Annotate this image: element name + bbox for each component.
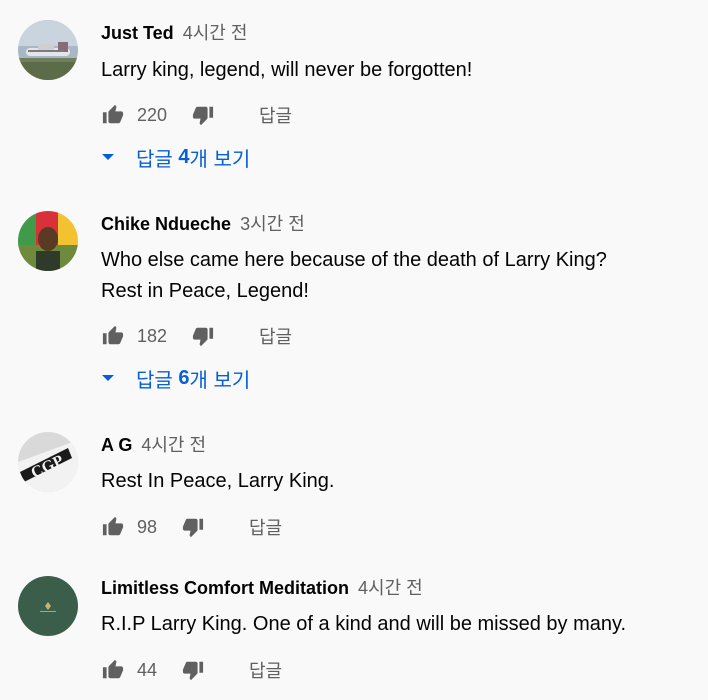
- reply-button[interactable]: 답글: [249, 657, 282, 683]
- comment-text-line: Rest in Peace, Legend!: [101, 280, 309, 302]
- author-name[interactable]: Just Ted: [101, 23, 174, 43]
- thumb-down-icon[interactable]: [191, 103, 215, 127]
- thumb-up-icon[interactable]: [101, 658, 125, 682]
- thumb-down-icon[interactable]: [181, 658, 205, 682]
- comment-time[interactable]: 4시간 전: [183, 23, 248, 43]
- avatar[interactable]: CGP: [18, 432, 78, 492]
- view-replies-prefix: 답글: [136, 369, 179, 392]
- like-count: 44: [137, 659, 158, 680]
- view-replies-button[interactable]: 답글 6개 보기: [101, 364, 250, 392]
- comment-header: Limitless Comfort Meditation 4시간 전: [101, 576, 423, 600]
- comment-header: Just Ted 4시간 전: [101, 21, 247, 45]
- thumb-up-icon[interactable]: [101, 515, 125, 539]
- view-replies-prefix: 답글: [136, 148, 179, 171]
- avatar[interactable]: [18, 211, 78, 271]
- comments-section: Just Ted 4시간 전 Larry king, legend, will …: [0, 0, 708, 700]
- comment-text: Who else came here because of the death …: [101, 245, 691, 307]
- comment-time[interactable]: 4시간 전: [358, 578, 423, 598]
- view-replies-suffix: 개 보기: [189, 369, 251, 392]
- comment-actions: 182 답글: [101, 322, 292, 350]
- reply-button[interactable]: 답글: [259, 323, 292, 349]
- avatar[interactable]: [18, 20, 78, 80]
- view-replies-suffix: 개 보기: [189, 148, 251, 171]
- comment-time[interactable]: 3시간 전: [240, 214, 305, 234]
- caret-down-icon: [102, 375, 114, 381]
- comment-header: A G 4시간 전: [101, 433, 206, 457]
- avatar-image: [18, 211, 78, 271]
- comment-text: Rest In Peace, Larry King.: [101, 470, 335, 492]
- author-name[interactable]: A G: [101, 435, 132, 455]
- thumb-down-icon[interactable]: [181, 515, 205, 539]
- author-name[interactable]: Limitless Comfort Meditation: [101, 578, 349, 598]
- comment-actions: 44 답글: [101, 656, 282, 684]
- comment-actions: 220 답글: [101, 101, 292, 129]
- avatar-image: [18, 576, 78, 636]
- thumb-up-icon[interactable]: [101, 324, 125, 348]
- avatar-image: [18, 20, 78, 80]
- thumb-up-icon[interactable]: [101, 103, 125, 127]
- like-count: 220: [137, 104, 168, 125]
- like-count: 98: [137, 516, 158, 537]
- comment-actions: 98 답글: [101, 513, 282, 541]
- author-name[interactable]: Chike Ndueche: [101, 214, 231, 234]
- avatar-image: CGP: [18, 432, 78, 492]
- reply-button[interactable]: 답글: [259, 102, 292, 128]
- view-replies-count: 6: [178, 366, 190, 389]
- like-count: 182: [137, 325, 168, 346]
- comment-time[interactable]: 4시간 전: [141, 435, 206, 455]
- view-replies-button[interactable]: 답글 4개 보기: [101, 143, 250, 171]
- avatar[interactable]: [18, 576, 78, 636]
- view-replies-count: 4: [178, 145, 190, 168]
- comment-text: Larry king, legend, will never be forgot…: [101, 59, 473, 81]
- caret-down-icon: [102, 154, 114, 160]
- comment-text-line: Who else came here because of the death …: [101, 249, 607, 271]
- reply-button[interactable]: 답글: [249, 514, 282, 540]
- thumb-down-icon[interactable]: [191, 324, 215, 348]
- comment-header: Chike Ndueche 3시간 전: [101, 212, 305, 236]
- comment-text: R.I.P Larry King. One of a kind and will…: [101, 613, 627, 635]
